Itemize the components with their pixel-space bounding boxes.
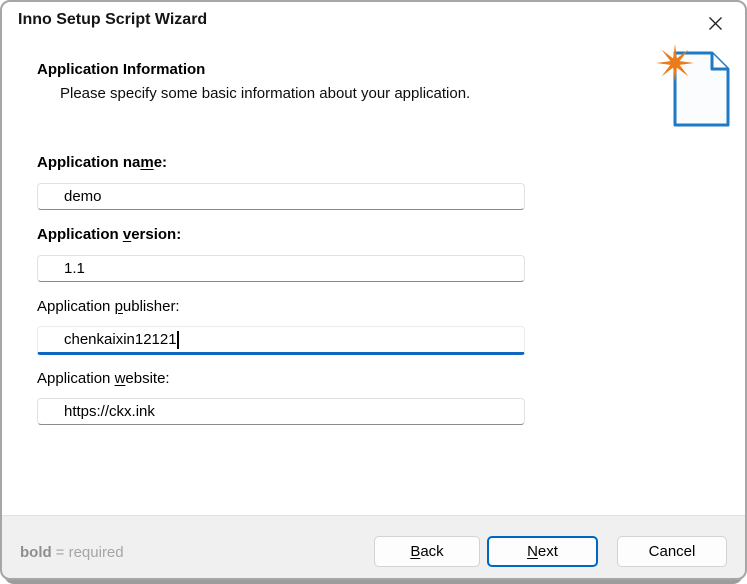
- window-title: Inno Setup Script Wizard: [18, 11, 207, 29]
- inno-setup-wizard-dialog: Inno Setup Script Wizard Application Inf…: [0, 0, 747, 584]
- application-website-input[interactable]: [37, 398, 525, 425]
- application-website-label: Application website:: [37, 370, 170, 387]
- close-button[interactable]: [695, 6, 735, 40]
- application-version-input[interactable]: [37, 255, 525, 282]
- sparkle-star-icon: [656, 44, 694, 82]
- required-hint: bold= required: [20, 544, 124, 561]
- required-hint-bold: bold: [20, 544, 52, 561]
- close-icon: [708, 16, 723, 31]
- application-name-input[interactable]: [37, 183, 525, 210]
- application-publisher-input[interactable]: [37, 326, 525, 355]
- wizard-window: Inno Setup Script Wizard Application Inf…: [0, 0, 747, 580]
- page-subtitle: Please specify some basic information ab…: [60, 85, 470, 102]
- application-publisher-label: Application publisher:: [37, 298, 180, 315]
- page-title: Application Information: [37, 61, 205, 78]
- text-caret: [177, 331, 179, 349]
- application-name-label: Application name:: [37, 154, 167, 171]
- next-button[interactable]: Next: [487, 536, 598, 567]
- back-button[interactable]: Back: [374, 536, 480, 567]
- application-version-label: Application version:: [37, 226, 181, 243]
- title-bar[interactable]: Inno Setup Script Wizard: [0, 0, 747, 46]
- new-script-icon: [656, 44, 736, 132]
- required-hint-rest: = required: [56, 544, 124, 561]
- cancel-button[interactable]: Cancel: [617, 536, 727, 567]
